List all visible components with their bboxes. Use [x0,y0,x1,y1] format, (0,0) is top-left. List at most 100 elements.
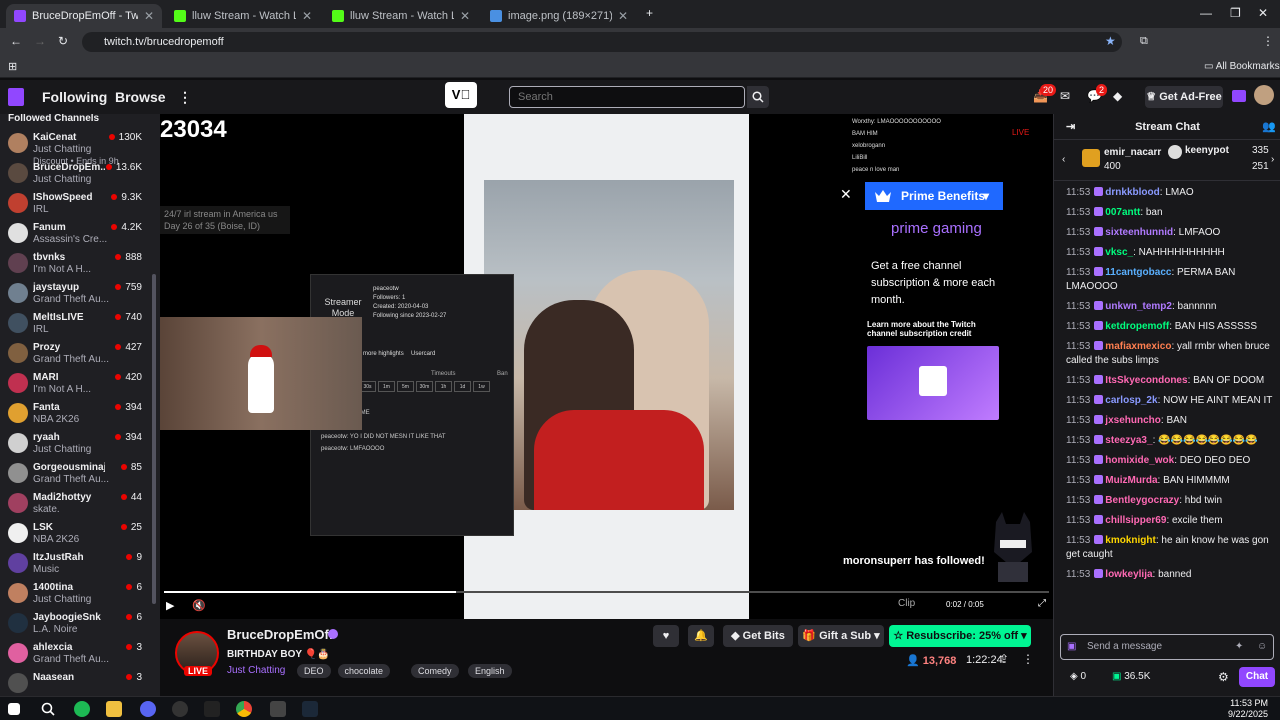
user-avatar[interactable] [1254,85,1274,105]
clip-button[interactable]: Clip [898,598,915,609]
windows-start-icon[interactable] [8,703,20,715]
menu-icon[interactable]: ⋮ [1262,34,1274,48]
sidebar-scrollbar[interactable] [152,274,156,604]
chat-username[interactable]: 11cantgobacc [1105,267,1171,278]
chat-username[interactable]: ketdropemoff [1105,321,1169,332]
more-icon[interactable]: ⋮ [178,89,192,106]
chat-username[interactable]: homixide_wok [1105,455,1174,466]
share-icon[interactable]: ⇪ [999,652,1009,666]
bookmark-star-icon[interactable]: ★ [1105,34,1116,48]
sidebar-channel[interactable]: BruceDropEm... Just Chatting 13.6K [0,159,150,189]
inbox-icon[interactable]: ✉ [1060,89,1070,103]
chrome-icon[interactable] [236,701,252,717]
chat-input[interactable]: ▣ Send a message ✦ ☺ [1060,634,1274,660]
timeout-duration-button[interactable]: 5m [397,381,414,392]
epic-games-icon[interactable] [204,701,220,717]
video-player[interactable]: 23034 24/7 irl stream in America us Day … [160,114,1053,619]
progress-bar[interactable] [164,591,1049,593]
steam-icon[interactable] [302,701,318,717]
chat-username[interactable]: Bentleygocrazy [1105,495,1179,506]
follow-heart-button[interactable]: ♥ [653,625,679,647]
spotify-icon[interactable] [74,701,90,717]
chat-username[interactable]: drnkkblood [1105,187,1159,198]
sidebar-channel[interactable]: Gorgeousminaj Grand Theft Au... 85 [0,459,150,489]
stream-tag[interactable]: DEO [297,664,331,678]
back-icon[interactable]: ← [10,34,22,48]
twitch-logo-icon[interactable] [8,88,24,106]
sidebar-channel[interactable]: MARI I'm Not A H... 420 [0,369,150,399]
chat-username[interactable]: lowkeylija [1105,569,1152,580]
new-tab-button[interactable]: + [646,6,653,20]
chat-username[interactable]: carlosp_2k [1105,395,1157,406]
timeout-duration-button[interactable]: 1m [378,381,395,392]
url-field[interactable]: twitch.tv/brucedropemoff [82,32,1122,52]
prime-learn-more-link[interactable]: Learn more about the Twitch channel subs… [867,320,1003,338]
sidebar-channel[interactable]: MeltIsLIVE IRL 740 [0,309,150,339]
chat-username[interactable]: sixteenhunnid [1105,227,1173,238]
play-icon[interactable]: ▶ [166,599,174,612]
search-input[interactable] [509,86,745,108]
streamer-name[interactable]: BruceDropEmOff [227,627,333,642]
gifters-next-icon[interactable]: › [1271,154,1274,165]
sidebar-channel[interactable]: KaiCenat Just Chatting 130K Discount • Ends… [0,129,150,166]
browser-tab[interactable]: BruceDropEmOff - Twitch ✕ [6,4,162,28]
fullscreen-icon[interactable]: ⤢ [1038,598,1046,609]
stream-tag[interactable]: English [468,664,512,678]
search-button[interactable] [747,86,769,108]
tab-close-icon[interactable]: ✕ [618,9,628,23]
get-bits-button[interactable]: ◆ Get Bits [723,625,793,647]
forward-icon[interactable]: → [34,34,46,48]
sidebar-channel[interactable]: LSK NBA 2K26 25 [0,519,150,549]
emote-icon[interactable]: ☺ [1257,635,1267,659]
gifter-2-name[interactable]: keenypot [1185,145,1229,156]
maximize-button[interactable]: ❐ [1230,6,1241,20]
timeout-duration-button[interactable]: 1w [473,381,490,392]
bits-icon[interactable]: ◆ [1113,89,1122,103]
chat-users-icon[interactable]: 👥 [1262,114,1276,140]
minimize-button[interactable]: — [1200,6,1212,20]
browser-tab[interactable]: lluw Stream - Watch Live o ✕ [324,4,478,28]
file-explorer-icon[interactable] [106,701,122,717]
prime-crown-icon[interactable] [1232,90,1246,102]
sidebar-channel[interactable]: JayboogieSnk L.A. Noire 6 [0,609,150,639]
sidebar-channel[interactable]: IShowSpeed IRL 9.3K [0,189,150,219]
volume-icon[interactable]: 🔇 [192,599,206,612]
stream-tag[interactable]: Comedy [411,664,459,678]
chat-username[interactable]: kmoknight [1105,535,1156,546]
timeout-duration-button[interactable]: 1d [454,381,471,392]
timeout-duration-button[interactable]: 30m [416,381,433,392]
chat-badge-icon[interactable]: ▣ [1067,635,1076,659]
gift-sub-button[interactable]: 🎁 Gift a Sub ▾ [798,625,884,647]
chat-username[interactable]: mafiaxmexico [1105,341,1171,352]
apps-grid-icon[interactable]: ⊞ [8,60,17,73]
tab-close-icon[interactable]: ✕ [460,9,470,23]
stream-tag[interactable]: chocolate [337,664,391,678]
collapse-chat-icon[interactable]: ⇥ [1066,114,1075,140]
chat-username[interactable]: ItsSkyecondones [1105,375,1187,386]
nav-following[interactable]: Following [42,89,107,105]
search-taskbar-icon[interactable] [40,701,56,717]
sidebar-channel[interactable]: ryaah Just Chatting 394 [0,429,150,459]
usercard-button[interactable]: Usercard [411,351,435,357]
sidebar-channel[interactable]: Fanta NBA 2K26 394 [0,399,150,429]
get-ad-free-button[interactable]: ♕ Get Ad-Free [1145,86,1223,108]
notification-bell-button[interactable]: 🔔 [688,625,714,647]
sidebar-channel[interactable]: Naasean 3 [0,669,150,696]
stream-category[interactable]: Just Chatting [227,665,285,676]
capcut-icon[interactable] [270,701,286,717]
sidebar-channel[interactable]: Prozy Grand Theft Au... 427 [0,339,150,369]
reload-icon[interactable]: ↻ [58,34,68,48]
chat-username[interactable]: MuizMurda [1105,475,1157,486]
chat-send-button[interactable]: Chat [1239,667,1275,687]
chat-username[interactable]: 007antt [1105,207,1140,218]
sidebar-channel[interactable]: jaystayup Grand Theft Au... 759 [0,279,150,309]
gifters-prev-icon[interactable]: ‹ [1062,154,1065,165]
obs-icon[interactable] [172,701,188,717]
timeout-duration-button[interactable]: 1h [435,381,452,392]
channel-points-balance[interactable]: ▣ 36.5K [1112,671,1150,682]
sidebar-channel[interactable]: tbvnks I'm Not A H... 888 [0,249,150,279]
gifter-1-name[interactable]: emir_nacarr [1104,147,1161,158]
chat-username[interactable]: vksc_ [1105,247,1133,258]
chat-username[interactable]: unkwn_temp2 [1105,301,1172,312]
more-options-icon[interactable]: ⋮ [1022,652,1034,666]
